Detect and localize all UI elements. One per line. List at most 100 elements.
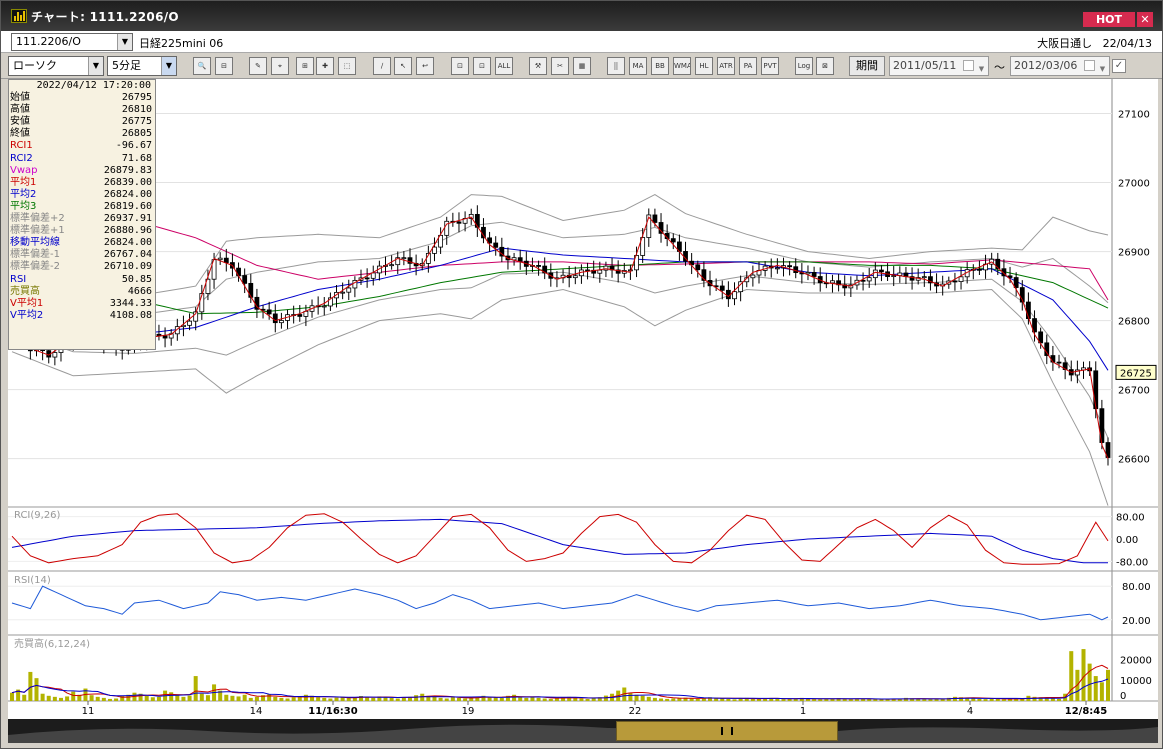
- volume-bar: [389, 697, 394, 701]
- x-axis-label: 14: [250, 706, 263, 717]
- info-value: 26810: [121, 104, 152, 116]
- chevron-down-icon[interactable]: ▼: [1097, 60, 1108, 73]
- symbol-select[interactable]: 111.2206/O ▼: [11, 33, 133, 51]
- volume-bar: [58, 697, 63, 701]
- toolbar-button-3[interactable]: ✎: [249, 57, 267, 75]
- candle-body: [866, 277, 872, 282]
- candle-body: [272, 313, 278, 324]
- info-value: 26819.60: [103, 200, 152, 212]
- x-axis-label: 11: [82, 706, 95, 717]
- volume-bar: [279, 697, 284, 701]
- toolbar-button-16[interactable]: ▦: [573, 57, 591, 75]
- price-chart[interactable]: 27100 27000 26900 26800 26700 26600 26725 80.00…: [8, 79, 1158, 719]
- chevron-down-icon[interactable]: ▼: [117, 34, 132, 50]
- date-to-field[interactable]: 2012/03/06 ▼: [1010, 56, 1110, 76]
- candle-body: [811, 272, 817, 277]
- volume-bar: [628, 692, 633, 701]
- info-row: RSI 50.85: [9, 274, 155, 286]
- info-row: V平均2 4108.08: [9, 310, 155, 322]
- candle-body: [248, 282, 254, 298]
- volume-bar: [273, 696, 278, 701]
- volume-bar: [818, 699, 823, 701]
- interval-select[interactable]: 5分足 ▼: [107, 56, 177, 76]
- period-checkbox[interactable]: ✓: [1112, 59, 1126, 73]
- toolbar-button-20[interactable]: WMA: [673, 57, 691, 75]
- toolbar-button-26[interactable]: ⊠: [816, 57, 834, 75]
- info-row: 平均1 26839.00: [9, 177, 155, 189]
- toolbar-button-21[interactable]: HL: [695, 57, 713, 75]
- candle-body: [891, 275, 897, 277]
- toolbar-button-6[interactable]: ✚: [316, 57, 334, 75]
- x-axis-label: 4: [967, 706, 973, 717]
- horizontal-scrollbar[interactable]: [8, 719, 1158, 743]
- price-tick-label: 26900: [1118, 248, 1150, 259]
- volume-bar: [291, 697, 296, 701]
- toolbar-button-15[interactable]: ✂: [551, 57, 569, 75]
- volume-bar: [548, 698, 553, 701]
- toolbar-button-4[interactable]: ⌖: [271, 57, 289, 75]
- volume-bar: [732, 699, 737, 701]
- toolbar-button-25[interactable]: Log: [795, 57, 813, 75]
- volume-bar: [1106, 669, 1110, 701]
- toolbar-button-8[interactable]: ∕: [373, 57, 391, 75]
- info-value: 26710.09: [103, 261, 152, 273]
- close-button[interactable]: ✕: [1137, 12, 1153, 27]
- volume-bar: [322, 697, 327, 701]
- info-label: RCI2: [10, 152, 33, 164]
- candle-body: [670, 238, 676, 243]
- toolbar-button-23[interactable]: PA: [739, 57, 757, 75]
- chart-area[interactable]: 27100 27000 26900 26800 26700 26600 26725 80.00…: [8, 79, 1158, 719]
- volume-bar: [242, 694, 247, 701]
- toolbar-button-10[interactable]: ↩: [416, 57, 434, 75]
- session-date: 22/04/13: [1102, 37, 1152, 50]
- chevron-down-icon[interactable]: ▼: [976, 60, 987, 73]
- info-panel: 2022/04/12 17:20:00 始値 26795 高値 26810 安値 2677…: [8, 79, 156, 350]
- volume-bar: [236, 696, 241, 701]
- period-button[interactable]: 期間: [849, 56, 885, 76]
- toolbar-button-5[interactable]: ⊞: [296, 57, 314, 75]
- calendar-icon[interactable]: [1084, 60, 1095, 71]
- calendar-icon[interactable]: [963, 60, 974, 71]
- info-value: 26767.04: [103, 249, 152, 261]
- toolbar-button-19[interactable]: BB: [651, 57, 669, 75]
- toolbar-button-11[interactable]: ⊡: [451, 57, 469, 75]
- instrument-name: 日経225mini 06: [139, 37, 224, 50]
- volume-bar: [922, 699, 927, 701]
- info-row: 標準偏差+1 26880.96: [9, 225, 155, 237]
- candle-body: [187, 320, 192, 326]
- hot-button[interactable]: HOT: [1083, 12, 1135, 27]
- toolbar-button-24[interactable]: PVT: [761, 57, 779, 75]
- toolbar-button-9[interactable]: ↖: [394, 57, 412, 75]
- info-label: Vwap: [10, 164, 38, 176]
- info-label: 平均3: [10, 200, 37, 212]
- info-value: 26824.00: [103, 237, 152, 249]
- date-from-field[interactable]: 2011/05/11 ▼: [889, 56, 989, 76]
- volume-bar: [805, 698, 810, 701]
- candle-body: [921, 276, 927, 279]
- x-axis-label: 11/16:30: [308, 706, 357, 717]
- volume-bar: [303, 694, 308, 701]
- toolbar-button-1[interactable]: 🔍: [193, 57, 211, 75]
- volume-bar: [181, 696, 186, 701]
- toolbar-button-17[interactable]: ⣿: [607, 57, 625, 75]
- toolbar-button-22[interactable]: ATR: [717, 57, 735, 75]
- toolbar-button-12[interactable]: ⊡: [473, 57, 491, 75]
- toolbar-button-18[interactable]: MA: [629, 57, 647, 75]
- chevron-down-icon[interactable]: ▼: [88, 57, 103, 75]
- info-row: 平均2 26824.00: [9, 189, 155, 201]
- info-label: 終値: [10, 128, 30, 140]
- toolbar-button-2[interactable]: ⊟: [215, 57, 233, 75]
- scrollbar-thumb[interactable]: [616, 721, 838, 741]
- volume-bar: [254, 696, 259, 701]
- chart-type-select[interactable]: ローソク ▼: [8, 56, 104, 76]
- volume-bar: [316, 697, 321, 701]
- info-value: 26839.00: [103, 176, 152, 188]
- toolbar-button-14[interactable]: ⚒: [529, 57, 547, 75]
- toolbar-button-13[interactable]: ALL: [495, 57, 513, 75]
- grip-icon: [721, 727, 733, 735]
- chevron-down-icon[interactable]: ▼: [161, 57, 176, 75]
- volume-bar: [267, 694, 272, 701]
- volume-bar: [512, 694, 517, 701]
- toolbar-button-7[interactable]: ⬚: [338, 57, 356, 75]
- price-tick-label: 26800: [1118, 317, 1150, 328]
